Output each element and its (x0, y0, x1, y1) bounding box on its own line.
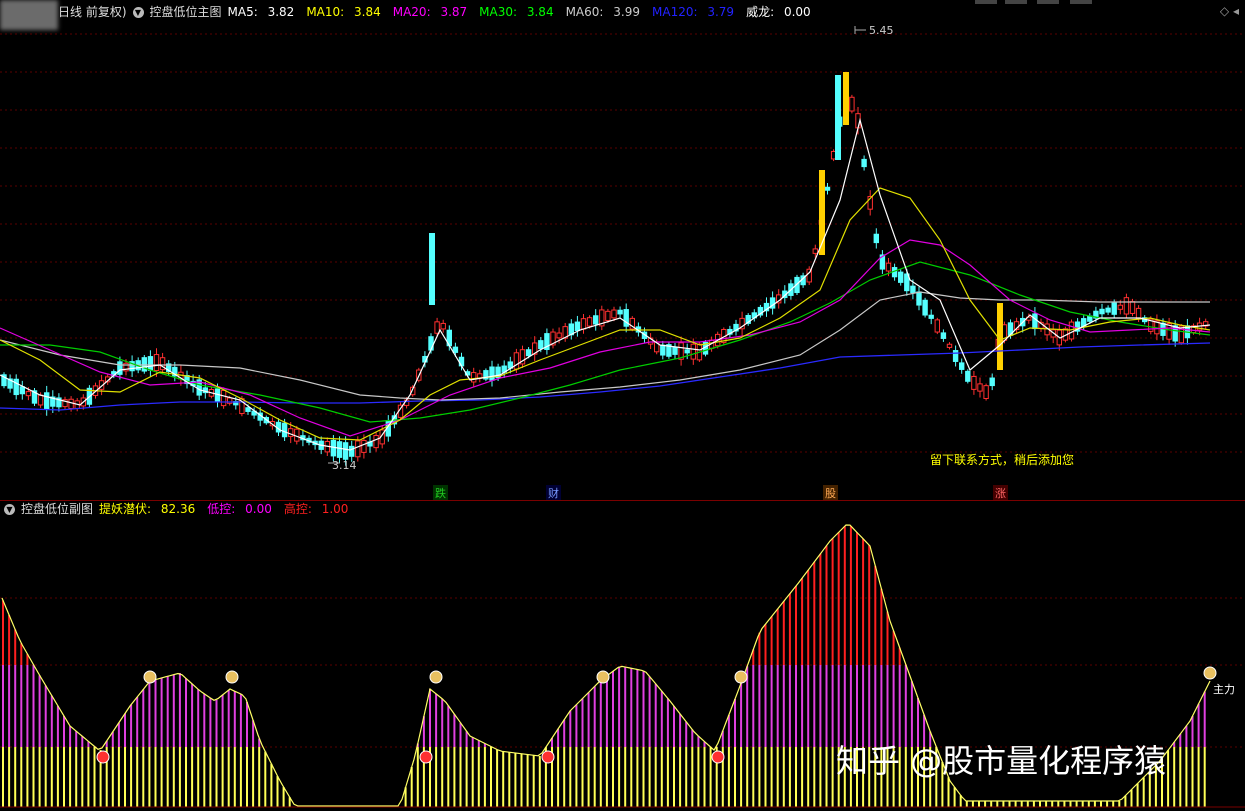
candle-body (580, 318, 587, 330)
signal-icon[interactable] (429, 670, 443, 684)
candle-body (910, 285, 916, 294)
highlight-candle (843, 72, 849, 125)
candle-body (13, 378, 19, 396)
candle-body (153, 354, 160, 372)
highlight-candle (835, 75, 841, 160)
candle-body (952, 350, 959, 362)
candle-body (68, 398, 74, 410)
signal-icon[interactable] (711, 750, 725, 764)
candle-body (611, 309, 617, 319)
candle-body (220, 389, 227, 407)
candle-body (959, 362, 965, 370)
signal-icon[interactable] (419, 750, 433, 764)
signal-icon[interactable] (734, 670, 748, 684)
candle-body (342, 442, 349, 460)
ma5-line (0, 117, 1211, 451)
candle-body (946, 343, 953, 348)
candle-body (989, 377, 995, 387)
candle-body (330, 439, 337, 457)
candle-body (861, 158, 867, 168)
candle-body (458, 356, 465, 367)
candle-body (922, 299, 928, 316)
candle-body (1129, 301, 1136, 314)
candle-body (684, 349, 690, 354)
candle-body (440, 322, 446, 330)
candle-body (556, 332, 562, 339)
signal-icon[interactable] (225, 670, 239, 684)
candle-body (361, 439, 367, 453)
side-label: 主力 (1213, 683, 1235, 696)
contact-note: 留下联系方式，稍后添加您 (930, 453, 1075, 467)
peak-marker (854, 26, 866, 34)
candle-body (965, 370, 971, 382)
candle-body (452, 346, 459, 353)
main-chart-panel[interactable]: 日线 前复权) ▼ 控盘低位主图 MA5: 3.82 MA10: 3.84 MA20: 3… (0, 0, 1245, 501)
candle-body (898, 271, 904, 283)
candle-body (1105, 307, 1111, 313)
candle-body (373, 434, 379, 449)
candle-body (873, 233, 879, 244)
candle-body (288, 428, 294, 437)
candle-body (824, 186, 831, 191)
candle-body (983, 385, 989, 400)
ma60-line (0, 291, 1210, 401)
candle-body (147, 356, 154, 371)
candle-body (349, 445, 355, 457)
candle-body (1032, 313, 1038, 330)
candle-body (605, 310, 611, 322)
candle-body (336, 441, 343, 458)
candle-body (1099, 308, 1105, 315)
candle-body (593, 315, 599, 325)
candle-body (1123, 297, 1130, 315)
candle-body (25, 391, 32, 397)
candle-body (971, 375, 977, 390)
candle-body (37, 394, 44, 406)
candle-body (812, 248, 818, 254)
candlestick-chart (0, 26, 1245, 466)
candle-body (245, 407, 251, 412)
signal-icon[interactable] (541, 750, 555, 764)
candle-body (672, 346, 678, 355)
candle-body (525, 349, 532, 357)
candle-body (471, 372, 477, 383)
candle-body (44, 392, 50, 410)
ma30-line (0, 261, 1211, 423)
candle-body (1111, 302, 1117, 315)
watermark: 知乎 @股市量化程序猿 (836, 742, 1167, 780)
candle-body (117, 361, 123, 375)
low-price-label: 3.14 (332, 459, 357, 472)
candle-body (355, 440, 361, 458)
ma-lines (0, 117, 1211, 451)
candle-body (214, 388, 221, 403)
candle-body (513, 352, 520, 370)
signal-icon[interactable] (596, 670, 610, 684)
candle-body (489, 366, 495, 381)
highlight-candle (429, 233, 435, 305)
candle-body (660, 344, 666, 356)
candles (1, 72, 1209, 466)
candle-body (1135, 307, 1142, 320)
candle-body (1117, 304, 1123, 310)
candle-body (849, 96, 855, 112)
candle-body (538, 340, 544, 350)
candle-body (586, 317, 593, 327)
candle-body (885, 262, 892, 272)
candle-body (934, 319, 940, 333)
signal-icon[interactable] (96, 750, 110, 764)
candle-body (574, 321, 581, 332)
candle-body (281, 422, 288, 438)
candle-body (928, 314, 934, 319)
peak-price-label: 5.45 (869, 24, 894, 37)
signal-icon[interactable] (143, 670, 157, 684)
candle-body (977, 383, 983, 392)
candle-body (617, 309, 623, 315)
candle-body (940, 332, 947, 339)
candle-body (916, 291, 922, 306)
signal-icon[interactable] (1203, 666, 1217, 680)
candle-body (19, 386, 26, 395)
candle-body (690, 343, 696, 360)
